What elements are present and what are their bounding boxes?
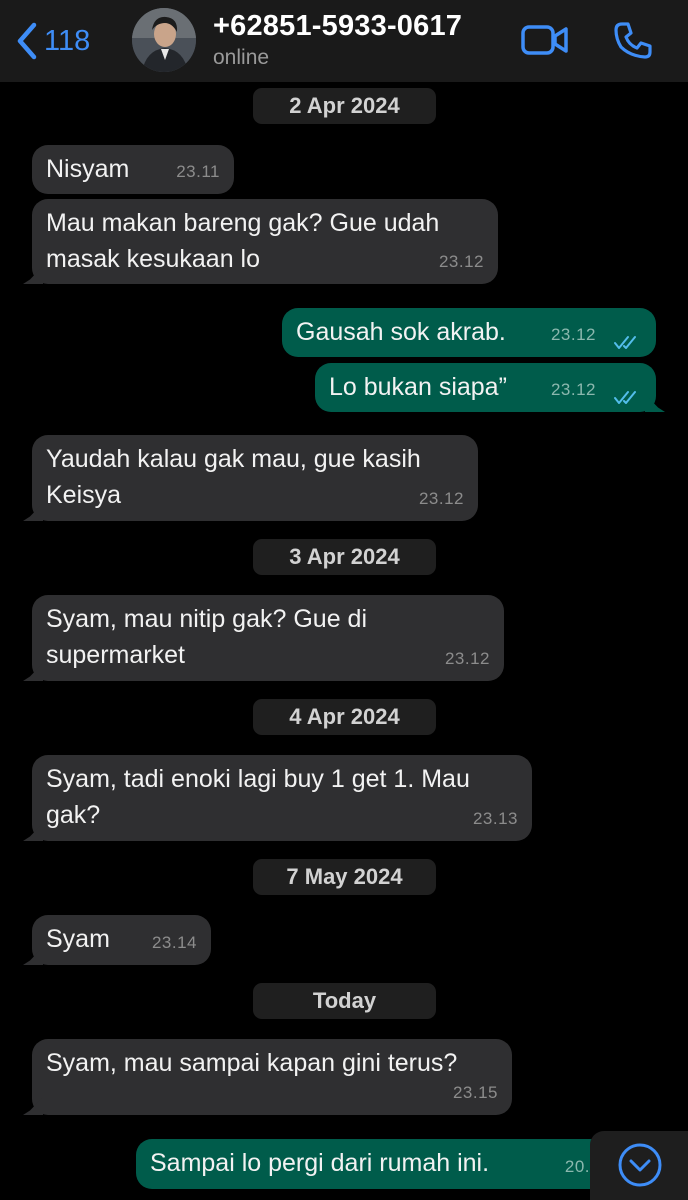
message-text: Mau makan bareng gak? Gue udah masak kes… [46, 209, 440, 273]
read-receipt-icon [614, 391, 636, 404]
message-time: 23.14 [151, 933, 197, 952]
message-text: Syam, mau nitip gak? Gue di supermarket [46, 605, 367, 669]
video-call-button[interactable] [520, 22, 570, 58]
message-time: 23.12 [444, 649, 490, 668]
date-separator: 7 May 2024 [253, 859, 436, 895]
avatar-image [132, 8, 196, 72]
message-list[interactable]: 2 Apr 2024 Nisyam 23.11 Mau makan bareng… [0, 82, 688, 1200]
chat-header: 118 +62851-5933-0617 online [0, 0, 688, 82]
message-time: 23.12 [438, 252, 484, 271]
avatar[interactable] [132, 8, 196, 72]
message-text: Gausah sok akrab. [296, 318, 506, 346]
message-text: Sampai lo pergi dari rumah ini. [150, 1149, 490, 1177]
unread-count: 118 [44, 24, 91, 57]
incoming-message[interactable]: Mau makan bareng gak? Gue udah masak kes… [32, 199, 498, 284]
back-button[interactable]: 118 [14, 20, 90, 62]
outgoing-message[interactable]: Gausah sok akrab. 23.12 [282, 308, 656, 357]
incoming-message[interactable]: Nisyam 23.11 [32, 145, 234, 194]
video-call-icon [521, 25, 568, 55]
scroll-to-bottom-button[interactable] [590, 1131, 688, 1200]
incoming-message[interactable]: Syam, tadi enoki lagi buy 1 get 1. Mau g… [32, 755, 532, 841]
message-text: Syam, mau sampai kapan gini terus? [46, 1049, 458, 1077]
date-separator: 3 Apr 2024 [253, 539, 436, 575]
incoming-message[interactable]: Yaudah kalau gak mau, gue kasih Keisya 2… [32, 435, 478, 521]
message-text: Syam [46, 925, 110, 953]
message-time: 23.12 [550, 380, 596, 399]
date-separator: 2 Apr 2024 [253, 88, 436, 124]
message-time: 23.12 [550, 325, 596, 344]
message-text: Syam, tadi enoki lagi buy 1 get 1. Mau g… [46, 765, 470, 829]
message-time: 23.12 [418, 489, 464, 508]
message-text: Lo bukan siapa” [329, 373, 507, 401]
voice-call-button[interactable] [612, 20, 654, 62]
message-time: 23.11 [176, 162, 220, 181]
chevron-left-icon [17, 22, 37, 60]
message-text: Nisyam [46, 155, 130, 183]
incoming-message[interactable]: Syam, mau nitip gak? Gue di supermarket … [32, 595, 504, 681]
incoming-message[interactable]: Syam, mau sampai kapan gini terus? 23.15 [32, 1039, 512, 1115]
outgoing-message[interactable]: Lo bukan siapa” 23.12 [315, 363, 656, 412]
contact-name[interactable]: +62851-5933-0617 [213, 10, 462, 43]
date-separator: 4 Apr 2024 [253, 699, 436, 735]
contact-status: online [213, 46, 270, 69]
message-time: 23.13 [472, 809, 518, 828]
message-time: 20. [564, 1157, 590, 1176]
chevron-down-icon [618, 1143, 662, 1187]
phone-icon [614, 22, 652, 59]
incoming-message[interactable]: Syam 23.14 [32, 915, 211, 965]
date-separator: Today [253, 983, 436, 1019]
message-text: Yaudah kalau gak mau, gue kasih Keisya [46, 445, 421, 509]
message-time: 23.15 [452, 1083, 498, 1102]
read-receipt-icon [614, 336, 636, 349]
outgoing-message[interactable]: Sampai lo pergi dari rumah ini. 20. [136, 1139, 606, 1189]
